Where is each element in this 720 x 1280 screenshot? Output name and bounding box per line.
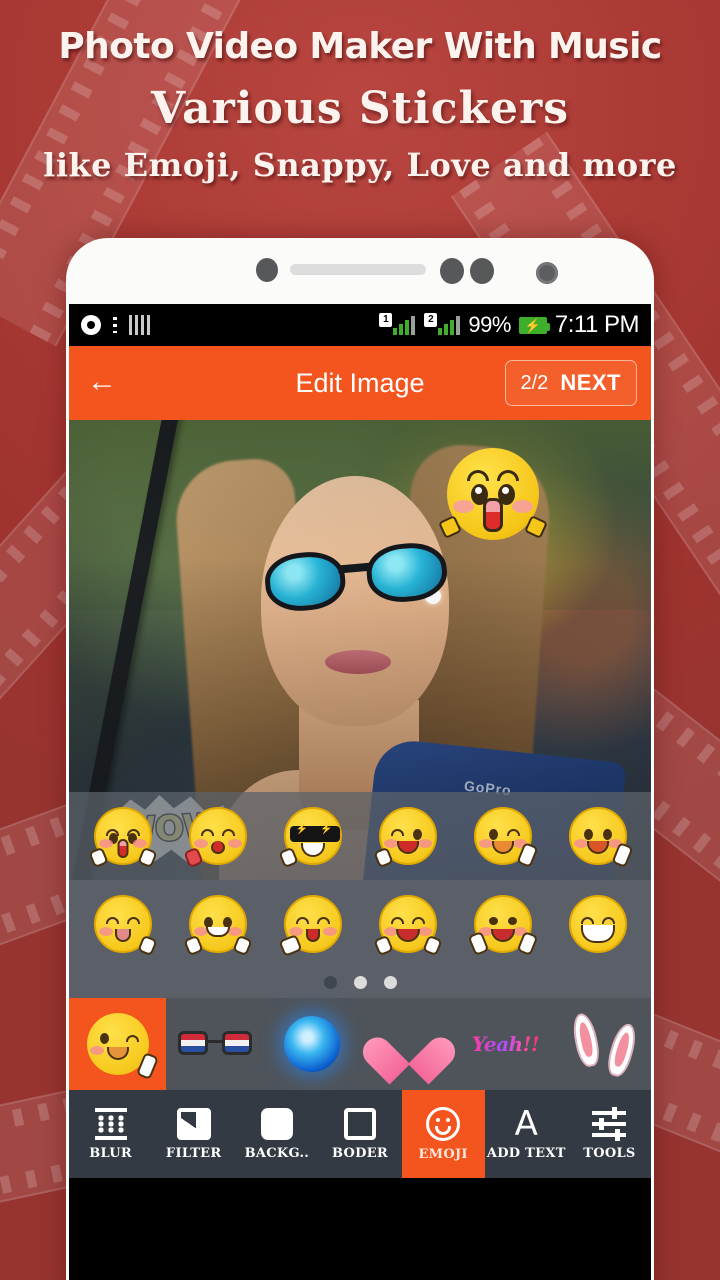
tools-icon <box>592 1106 627 1141</box>
category-heart[interactable] <box>360 998 457 1090</box>
emoji-item-wink-peace[interactable] <box>473 807 539 869</box>
tab-blur[interactable]: BLUR <box>69 1090 152 1178</box>
blue-orb-icon <box>283 1016 340 1072</box>
placed-emoji-sticker[interactable] <box>438 448 548 540</box>
tab-add-text[interactable]: A ADD TEXT <box>485 1090 568 1178</box>
next-button-label: NEXT <box>560 370 621 395</box>
bars-icon <box>129 315 151 335</box>
emoji-item-double-peace[interactable] <box>467 895 538 957</box>
promo-headline-primary: Photo Video Maker With Music <box>58 26 662 67</box>
bunny-ears-icon <box>569 1011 640 1079</box>
sticker-category-strip: Yeah!! <box>69 998 651 1090</box>
tab-filter[interactable]: FILTER <box>152 1090 235 1178</box>
category-bunny-ears[interactable] <box>554 998 651 1090</box>
emoji-item-kiss-blush[interactable] <box>182 807 247 869</box>
promo-headline-tertiary: like Emoji, Snappy, Love and more <box>43 146 677 184</box>
emoji-item-shy-smirk[interactable] <box>93 895 158 957</box>
emoji-item-dizzy-shout[interactable] <box>372 807 437 869</box>
filter-icon <box>176 1107 211 1140</box>
heart-icon <box>381 1018 437 1070</box>
emoji-icon <box>426 1106 461 1141</box>
uk-sunglasses-icon <box>177 1031 252 1057</box>
emoji-item-grin-teeth[interactable] <box>568 895 627 953</box>
phone-top-bezel <box>66 238 654 304</box>
background-icon <box>260 1107 293 1140</box>
status-bar: 1 2 99% ⚡ 7:11 PM <box>69 304 651 346</box>
category-glasses[interactable] <box>166 998 263 1090</box>
status-clock: 7:11 PM <box>554 311 640 338</box>
phone-mockup: 1 2 99% ⚡ 7:11 PM ← Edit Image 2/2 NEXT <box>66 238 654 1280</box>
tab-emoji-label: EMOJI <box>418 1146 468 1162</box>
page-indicator <box>69 968 651 998</box>
disc-dots-icon <box>113 317 117 333</box>
promo-text-block: Photo Video Maker With Music Various Sti… <box>0 0 720 184</box>
text-icon: A <box>514 1103 538 1144</box>
tab-tools[interactable]: TOOLS <box>568 1090 651 1178</box>
tab-background[interactable]: BACKG.. <box>235 1090 318 1178</box>
light-sensor-icon <box>440 258 464 284</box>
sim1-signal-indicator: 1 <box>379 312 416 335</box>
category-orb[interactable] <box>263 998 360 1090</box>
emoji-item-laugh-tears[interactable] <box>372 895 443 957</box>
sim2-signal-indicator: 2 <box>424 312 461 335</box>
promo-headline-secondary: Various Stickers <box>151 83 569 134</box>
yeah-sticker-label: Yeah!! <box>471 1032 540 1056</box>
page-dot-3[interactable] <box>383 976 397 989</box>
earpiece-speaker <box>290 264 426 275</box>
next-button[interactable]: 2/2 NEXT <box>504 360 637 406</box>
emoji-item-sunglasses-cool[interactable] <box>277 807 344 869</box>
emoji-grid-row-2 <box>69 880 651 968</box>
front-camera-icon <box>536 262 558 284</box>
page-counter: 2/2 <box>520 371 549 394</box>
tab-emoji[interactable]: EMOJI <box>401 1090 485 1178</box>
tab-border[interactable]: BODER <box>318 1090 401 1178</box>
editor-tab-bar: BLUR FILTER BACKG.. BODER EMOJI A ADD TE… <box>69 1090 651 1178</box>
phone-screen: 1 2 99% ⚡ 7:11 PM ← Edit Image 2/2 NEXT <box>69 304 651 1280</box>
category-yeah[interactable]: Yeah!! <box>457 998 554 1090</box>
page-dot-2[interactable] <box>353 976 367 989</box>
battery-charging-icon: ⚡ <box>518 316 550 334</box>
emoji-grid-row-1 <box>69 792 651 880</box>
tab-add-text-label: ADD TEXT <box>486 1145 566 1161</box>
emoji-item-point-smile[interactable] <box>182 895 253 957</box>
disc-icon <box>81 315 101 335</box>
bolt-glyph: ⚡ <box>524 317 541 333</box>
sticker-picker: Yeah!! <box>69 792 651 1090</box>
ir-sensor-icon <box>470 258 494 284</box>
tab-blur-label: BLUR <box>89 1145 132 1161</box>
tab-tools-label: TOOLS <box>583 1145 636 1161</box>
tab-background-label: BACKG.. <box>244 1145 310 1161</box>
proximity-sensor-icon <box>256 258 278 282</box>
category-emoji[interactable] <box>69 998 166 1090</box>
emoji-item-thumbs-up-laugh[interactable] <box>568 807 634 869</box>
tab-filter-label: FILTER <box>165 1145 222 1161</box>
tab-border-label: BODER <box>331 1145 389 1161</box>
emoji-item-surprised-hands[interactable] <box>87 807 158 869</box>
page-dot-1[interactable] <box>323 976 337 989</box>
emoji-item-fan-sweat[interactable] <box>278 895 342 957</box>
blur-icon <box>94 1107 128 1140</box>
app-toolbar: ← Edit Image 2/2 NEXT <box>69 346 651 420</box>
battery-percent: 99% <box>468 312 511 337</box>
border-icon <box>343 1107 376 1140</box>
